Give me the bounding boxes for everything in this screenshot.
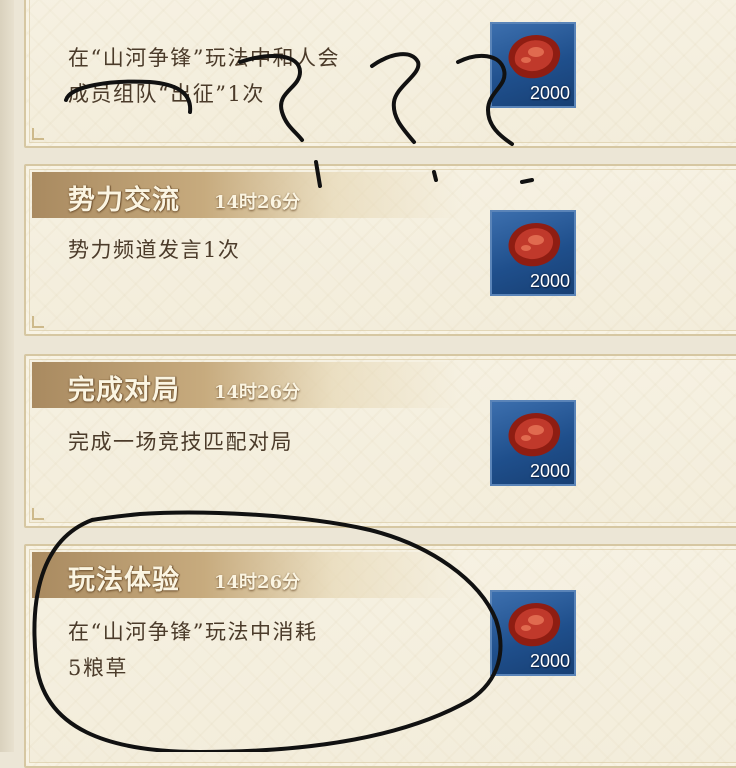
reward-item[interactable]: 2000 <box>490 590 576 676</box>
task-card-faction-chat: 势力交流 14时26分 势力频道发言1次 2000 <box>24 164 736 336</box>
task-card-gameplay-experience: 玩法体验 14时26分 在“山河争锋”玩法中消耗 5粮草 2000 <box>24 544 736 768</box>
task-card-complete-match: 完成对局 14时26分 完成一场竞技匹配对局 2000 <box>24 354 736 528</box>
reward-item[interactable]: 2000 <box>490 22 576 108</box>
reward-quantity: 2000 <box>529 461 570 481</box>
task-description-line: 势力频道发言1次 <box>68 238 241 262</box>
task-title: 完成对局 <box>68 375 180 406</box>
task-timer: 14时26分 <box>214 382 301 403</box>
task-card-group-expedition: 在“山河争锋”玩法中和人会 成员组队“出征”1次 2000 <box>24 0 736 148</box>
task-description-line: 完成一场竞技匹配对局 <box>68 430 293 454</box>
task-description: 在“山河争锋”玩法中和人会 成员组队“出征”1次 <box>68 40 468 112</box>
reward-quantity: 2000 <box>529 651 570 671</box>
task-description-line: 在“山河争锋”玩法中消耗 <box>68 620 318 644</box>
task-title: 势力交流 <box>68 185 180 216</box>
reward-item[interactable]: 2000 <box>490 210 576 296</box>
reward-item[interactable]: 2000 <box>490 400 576 486</box>
task-description: 势力频道发言1次 <box>68 232 468 268</box>
task-description: 在“山河争锋”玩法中消耗 5粮草 <box>68 614 468 686</box>
task-timer: 14时26分 <box>214 192 301 213</box>
reward-quantity: 2000 <box>529 271 570 291</box>
task-title: 玩法体验 <box>68 565 180 596</box>
page-edge <box>0 0 14 752</box>
task-description-line: 在“山河争锋”玩法中和人会 <box>68 46 340 70</box>
task-description: 完成一场竞技匹配对局 <box>68 424 468 460</box>
task-timer: 14时26分 <box>214 572 301 593</box>
reward-quantity: 2000 <box>529 83 570 103</box>
task-description-line: 成员组队“出征”1次 <box>68 82 265 106</box>
task-description-line: 5粮草 <box>68 656 128 680</box>
